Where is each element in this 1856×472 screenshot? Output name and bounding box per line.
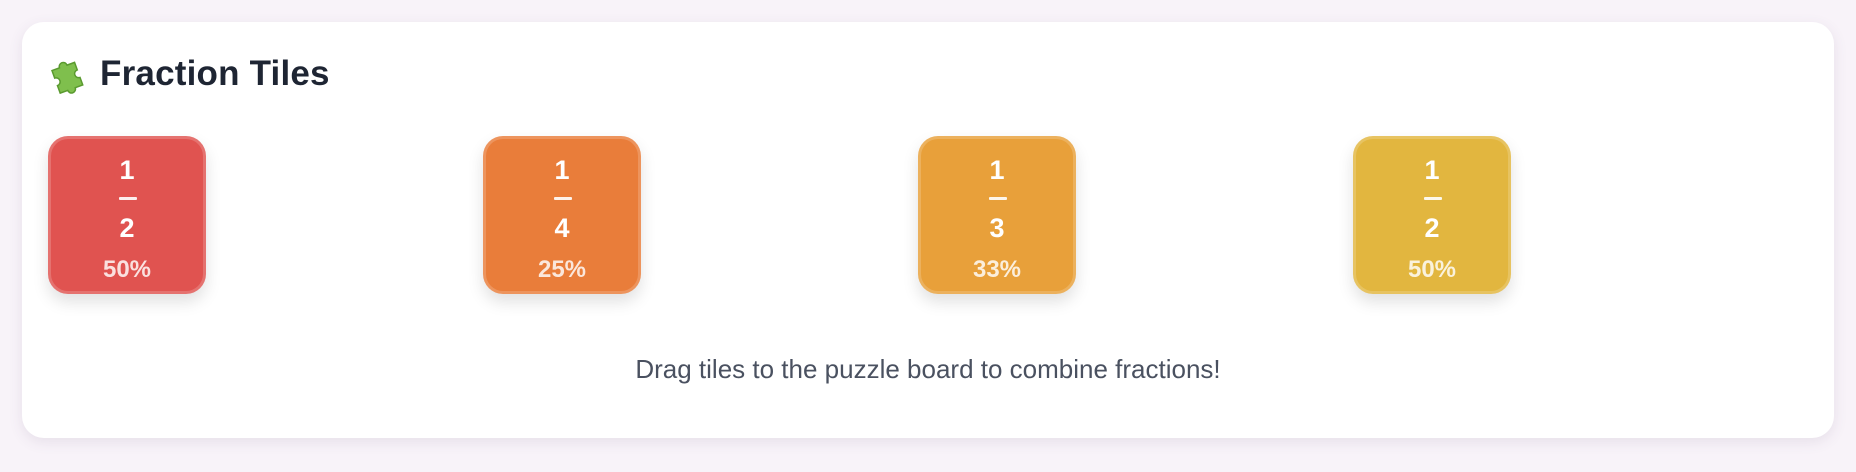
- tile-denominator: 4: [554, 213, 570, 243]
- tile-denominator: 3: [989, 213, 1005, 243]
- fraction-tile[interactable]: 1 2 50%: [48, 136, 206, 294]
- tile-numerator: 1: [1424, 155, 1440, 185]
- tile-denominator: 2: [1424, 213, 1440, 243]
- page-title: Fraction Tiles: [100, 54, 330, 93]
- puzzle-piece-icon: [46, 54, 86, 94]
- fraction-bar: [554, 197, 572, 200]
- tile-numerator: 1: [119, 155, 135, 185]
- tile-percent: 50%: [1407, 256, 1457, 283]
- tiles-row: 1 2 50% 1 4 25% 1 3 33% 1 2 50%: [48, 136, 1744, 296]
- tile-percent: 33%: [972, 256, 1022, 283]
- tile-percent: 50%: [102, 256, 152, 283]
- fraction-tile[interactable]: 1 2 50%: [1353, 136, 1511, 294]
- tile-numerator: 1: [554, 155, 570, 185]
- fraction-tile[interactable]: 1 4 25%: [483, 136, 641, 294]
- fraction-bar: [1424, 197, 1442, 200]
- drag-hint-text: Drag tiles to the puzzle board to combin…: [635, 354, 1221, 384]
- fraction-bar: [989, 197, 1007, 200]
- fraction-tile[interactable]: 1 3 33%: [918, 136, 1076, 294]
- fraction-bar: [119, 197, 137, 200]
- panel-header: Fraction Tiles: [46, 52, 330, 96]
- tile-percent: 25%: [537, 256, 587, 283]
- tile-denominator: 2: [119, 213, 135, 243]
- tile-numerator: 1: [989, 155, 1005, 185]
